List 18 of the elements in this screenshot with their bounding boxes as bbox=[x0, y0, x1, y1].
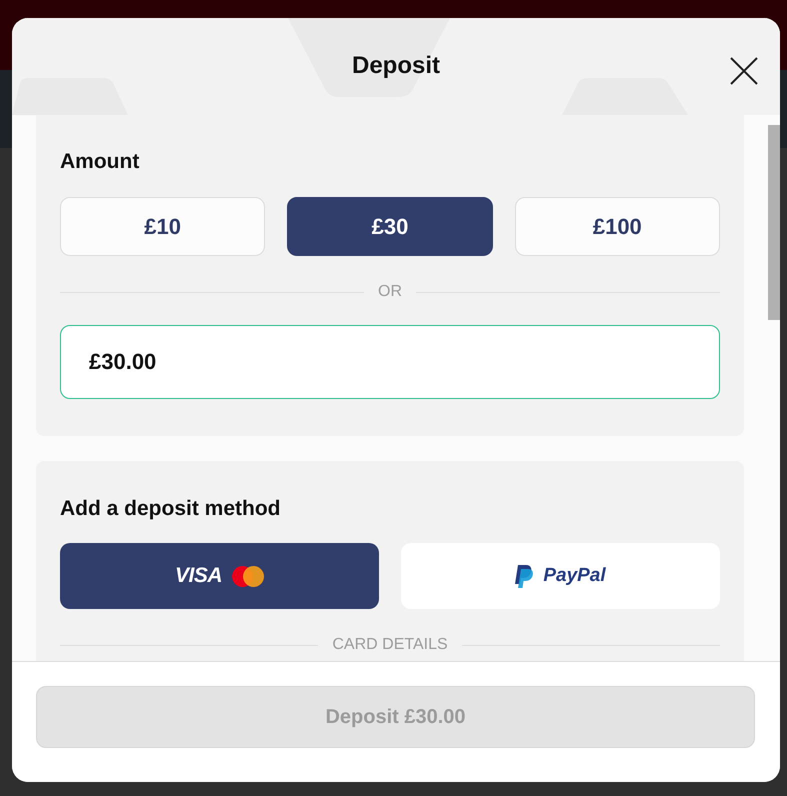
divider-label: CARD DETAILS bbox=[332, 635, 448, 655]
amount-input-field[interactable]: £30.00 bbox=[60, 325, 720, 399]
payment-brand-text: PayPal bbox=[543, 565, 606, 587]
scrollbar[interactable] bbox=[768, 125, 780, 320]
section-heading: Amount bbox=[60, 149, 140, 175]
dialog-title: Deposit bbox=[352, 50, 440, 80]
section-heading: Add a deposit method bbox=[60, 496, 282, 522]
close-button[interactable] bbox=[730, 57, 758, 85]
divider-label: OR bbox=[378, 282, 402, 302]
amount-option[interactable]: £100 bbox=[514, 197, 720, 256]
payment-method-option[interactable]: VISA bbox=[60, 543, 379, 609]
letter-p-icon bbox=[515, 564, 534, 588]
card-brand-text: VISA bbox=[174, 564, 222, 588]
overlapping-circles-icon bbox=[232, 566, 264, 586]
amount-option[interactable]: £10 bbox=[60, 197, 266, 256]
payment-method-option[interactable]: PayPal bbox=[401, 543, 720, 609]
close-icon bbox=[730, 57, 758, 85]
amount-option[interactable]: £30 bbox=[287, 197, 493, 256]
